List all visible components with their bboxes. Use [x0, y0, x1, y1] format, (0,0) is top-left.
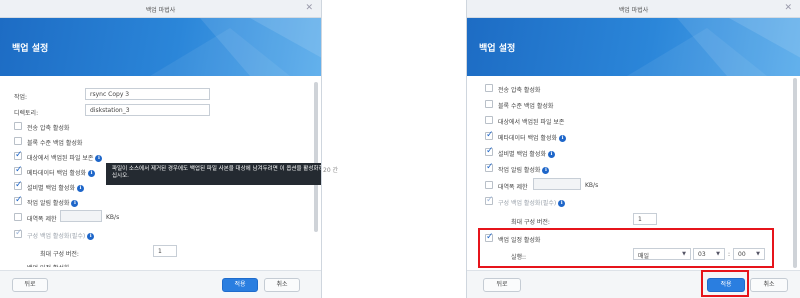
header-banner: 백업 설정 — [467, 18, 800, 76]
metadata-label: 메타데이터 백업 활성화 — [498, 135, 558, 142]
page-title: 백업 설정 — [12, 44, 49, 54]
keep-deleted-checkbox[interactable] — [14, 150, 23, 160]
bandwidth-checkbox[interactable] — [485, 181, 493, 189]
apply-button[interactable]: 적용 — [222, 278, 258, 292]
info-icon[interactable]: i — [558, 200, 566, 207]
highlight-box-schedule — [478, 228, 774, 268]
info-icon[interactable]: i — [542, 167, 550, 174]
integrity-label: 설비별 백업 활성화 — [498, 151, 546, 158]
background-text: 20 간 — [323, 167, 339, 174]
bandwidth-input[interactable] — [60, 210, 102, 222]
notify-label: 작업 알림 활성화 — [498, 167, 541, 174]
cancel-button[interactable]: 취소 — [750, 278, 788, 292]
metadata-checkbox[interactable] — [485, 130, 494, 140]
bandwidth-label: 대역폭 제한 — [27, 216, 57, 223]
directory-input[interactable]: diskstation_3 — [85, 104, 210, 116]
notify-checkbox[interactable] — [14, 195, 23, 205]
versioning-label: 구성 백업 활성화(필수) — [498, 200, 557, 207]
compress-checkbox[interactable] — [14, 122, 22, 130]
backup-wizard-dialog-right: 백업 마법사 ✕ 백업 설정 전송 압축 활성화 블록 수준 백업 활성화 대상… — [466, 0, 800, 298]
versioning-checkbox — [485, 195, 494, 205]
backup-wizard-dialog-left: 백업 마법사 ✕ 백업 설정 작업: rsync Copy 3 디렉토리: di… — [0, 0, 322, 298]
dialog-titlebar: 백업 마법사 ✕ — [0, 0, 321, 18]
max-versions-label: 최대 구성 버전: — [40, 251, 79, 258]
integrity-checkbox[interactable] — [14, 180, 23, 190]
bandwidth-checkbox[interactable] — [14, 213, 22, 221]
notify-row: 작업 알림 활성화 i — [498, 165, 550, 174]
metadata-row: 메타데이터 백업 활성화 i — [498, 133, 567, 142]
bandwidth-unit: KB/s — [585, 182, 599, 189]
integrity-row: 설비별 백업 활성화 i — [498, 149, 555, 158]
back-button[interactable]: 뒤로 — [483, 278, 521, 292]
info-icon[interactable]: i — [95, 155, 103, 162]
integrity-row: 설비별 백업 활성화 i — [27, 183, 84, 192]
info-icon[interactable]: i — [76, 185, 84, 192]
dialog-title: 백업 마법사 — [618, 7, 649, 14]
close-icon[interactable]: ✕ — [305, 3, 313, 13]
max-versions-input[interactable]: 1 — [633, 213, 657, 225]
compress-checkbox[interactable] — [485, 84, 493, 92]
block-level-label: 블록 수준 백업 활성화 — [498, 103, 554, 110]
notify-label: 작업 알림 활성화 — [27, 200, 70, 207]
scrollbar[interactable] — [793, 78, 797, 268]
bandwidth-input[interactable] — [533, 178, 581, 190]
bandwidth-label: 대역폭 제한 — [498, 184, 528, 191]
info-icon[interactable]: i — [547, 151, 555, 158]
scrollbar[interactable] — [314, 82, 318, 232]
block-level-checkbox[interactable] — [485, 100, 493, 108]
compress-label: 전송 압축 활성화 — [498, 87, 541, 94]
highlight-box-apply — [701, 270, 749, 297]
block-level-checkbox[interactable] — [14, 137, 22, 145]
bandwidth-unit: KB/s — [106, 214, 120, 221]
metadata-label: 메타데이터 백업 활성화 — [27, 170, 87, 177]
info-icon[interactable]: i — [88, 170, 96, 177]
keep-deleted-label: 대상에서 백업된 파일 보존 — [27, 155, 94, 162]
integrity-checkbox[interactable] — [485, 146, 494, 156]
cancel-button[interactable]: 취소 — [264, 278, 300, 292]
dialog-footer: 뒤로 적용 취소 — [0, 270, 321, 298]
keep-deleted-label: 대상에서 백업된 파일 보존 — [498, 119, 565, 126]
compress-label: 전송 압축 활성화 — [27, 125, 70, 132]
notify-checkbox[interactable] — [485, 162, 494, 172]
directory-label: 디렉토리: — [14, 110, 39, 117]
keep-deleted-row: 대상에서 백업된 파일 보존 i — [27, 153, 103, 162]
info-icon[interactable]: i — [87, 233, 95, 240]
integrity-label: 설비별 백업 활성화 — [27, 185, 75, 192]
dialog-titlebar: 백업 마법사 ✕ — [467, 0, 800, 18]
metadata-checkbox[interactable] — [14, 165, 23, 175]
tooltip: 파일이 소스에서 제거된 경우에도 백업된 파일 사본을 대상에 남겨두려면 이… — [106, 163, 321, 185]
page-title: 백업 설정 — [479, 44, 516, 54]
back-button[interactable]: 뒤로 — [12, 278, 48, 292]
schedule-label-cut: 백업 일정 활성화 — [27, 263, 69, 267]
versioning-row: 구성 백업 활성화(필수) i — [498, 198, 566, 207]
banner-decoration — [627, 18, 800, 76]
task-name-input[interactable]: rsync Copy 3 — [85, 88, 210, 100]
versioning-label: 구성 백업 활성화(필수) — [27, 233, 86, 240]
max-versions-label: 최대 구성 버전: — [511, 219, 550, 226]
header-banner: 백업 설정 — [0, 18, 321, 76]
notify-row: 작업 알림 활성화 i — [27, 198, 79, 207]
info-icon[interactable]: i — [559, 135, 567, 142]
task-label: 작업: — [14, 94, 28, 101]
versioning-row: 구성 백업 활성화(필수) i — [27, 231, 95, 240]
dialog-footer: 뒤로 적용 취소 — [467, 270, 800, 298]
versioning-checkbox — [14, 228, 23, 238]
max-versions-input[interactable]: 1 — [153, 245, 177, 257]
metadata-row: 메타데이터 백업 활성화 i — [27, 168, 96, 177]
block-level-label: 블록 수준 백업 활성화 — [27, 140, 83, 147]
dialog-title: 백업 마법사 — [145, 7, 176, 14]
keep-deleted-checkbox[interactable] — [485, 116, 493, 124]
info-icon[interactable]: i — [71, 200, 79, 207]
close-icon[interactable]: ✕ — [784, 3, 792, 13]
